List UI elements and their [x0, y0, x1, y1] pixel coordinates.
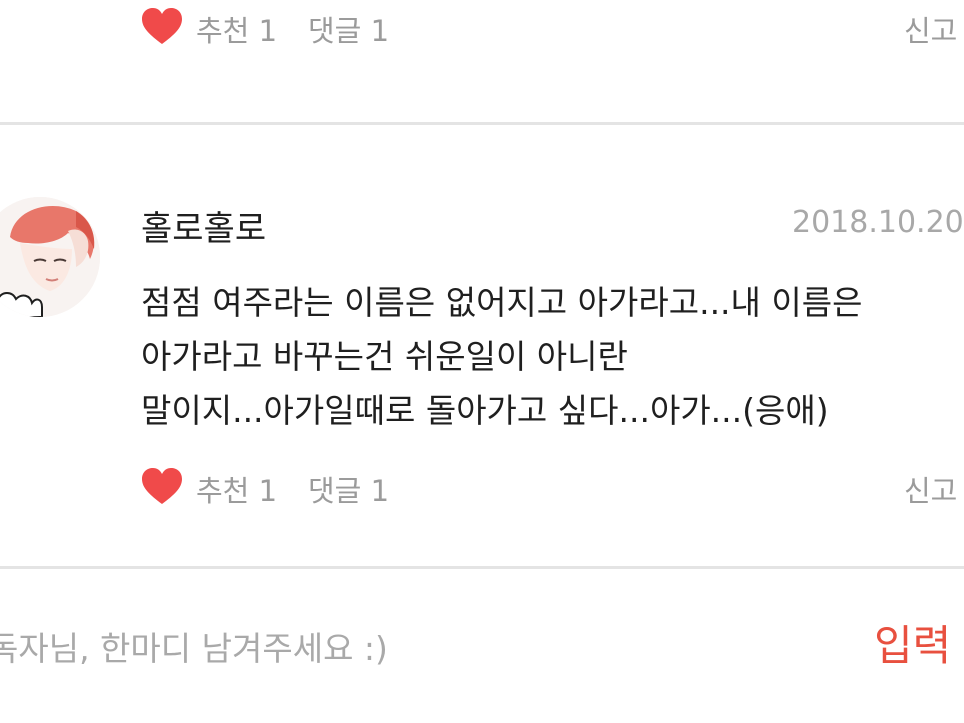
- heart-icon[interactable]: [140, 6, 184, 46]
- like-count[interactable]: 추천 1: [196, 8, 277, 50]
- report-link[interactable]: 신고: [904, 8, 957, 50]
- comment-body-line: 점점 여주라는 이름은 없어지고 아가라고...내 이름은: [141, 283, 863, 322]
- comment-author[interactable]: 홀로홀로: [141, 201, 266, 250]
- comment-input[interactable]: 독자님, 한마디 남겨주세요 :): [0, 622, 388, 670]
- comment-body-line: 아가라고 바꾸는건 쉬운일이 아니란: [141, 337, 628, 376]
- comment-date: 2018.10.20: [792, 205, 964, 240]
- divider: [0, 122, 964, 125]
- comment-actions: 추천 1 댓글 1 신고: [0, 2, 964, 48]
- avatar[interactable]: [0, 197, 100, 317]
- reply-count[interactable]: 댓글 1: [308, 8, 389, 50]
- comment-actions: 추천 1 댓글 1 신고: [0, 462, 964, 508]
- comment-body-line: 말이지...아가일때로 돌아가고 싶다...아가...(응애): [141, 391, 829, 430]
- submit-button[interactable]: 입력: [874, 612, 951, 673]
- avatar-illustration: [0, 197, 100, 317]
- report-link[interactable]: 신고: [904, 468, 957, 510]
- like-count[interactable]: 추천 1: [196, 468, 277, 510]
- reply-count[interactable]: 댓글 1: [308, 468, 389, 510]
- comment-page: 추천 1 댓글 1 신고 홀로홀로 2018.10.20 점점 여주라는 이름은…: [0, 0, 964, 723]
- heart-icon[interactable]: [140, 466, 184, 506]
- divider: [0, 566, 964, 569]
